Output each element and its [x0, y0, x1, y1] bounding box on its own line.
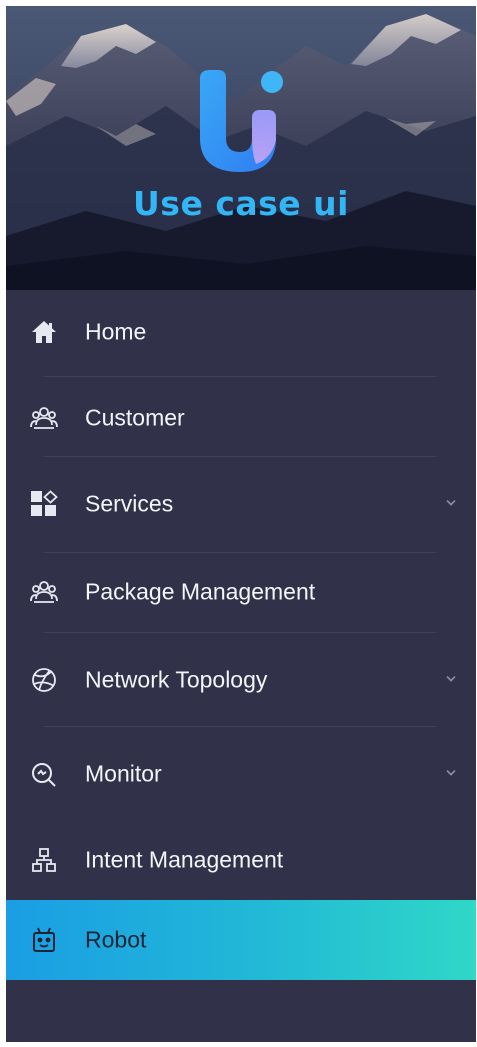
search-monitor-icon [29, 759, 59, 789]
hierarchy-icon [29, 845, 59, 875]
sidebar-item-label: Intent Management [85, 846, 284, 873]
apps-grid-icon [29, 489, 59, 519]
home-icon [29, 317, 59, 347]
sidebar-item-label: Network Topology [85, 666, 268, 693]
chevron-down-icon [446, 770, 456, 776]
sidebar-item-label: Services [85, 490, 174, 517]
menu-divider [44, 456, 436, 457]
sidebar-item-home[interactable]: Home [6, 292, 476, 372]
sidebar-item-package-management[interactable]: Package Management [6, 552, 476, 632]
users-group-icon [29, 403, 59, 433]
sidebar-item-customer[interactable]: Customer [6, 378, 476, 458]
robot-icon [29, 925, 59, 955]
sidebar-item-network-topology[interactable]: Network Topology [6, 640, 476, 720]
sidebar-item-monitor[interactable]: Monitor [6, 734, 476, 814]
chevron-down-icon [446, 676, 456, 682]
menu-divider [44, 376, 436, 377]
sidebar-item-label: Package Management [85, 578, 316, 605]
sidebar-item-label: Customer [85, 404, 185, 431]
app-frame: Use case ui Home Customer Services Packa… [0, 0, 477, 1047]
logo-icon [200, 70, 283, 172]
sidebar-header: Use case ui [6, 6, 476, 290]
users-group-icon [29, 577, 59, 607]
menu-divider [44, 726, 436, 727]
brand-name: Use case ui [133, 184, 349, 223]
sidebar-item-label: Robot [85, 926, 147, 953]
chevron-down-icon [446, 500, 456, 506]
sidebar-item-label: Monitor [85, 760, 162, 787]
sidebar-item-services[interactable]: Services [6, 464, 476, 544]
menu-divider [44, 632, 436, 633]
sidebar-item-intent-management[interactable]: Intent Management [6, 820, 476, 900]
sidebar: Use case ui Home Customer Services Packa… [6, 6, 476, 1042]
sidebar-item-label: Home [85, 318, 147, 345]
sidebar-item-robot[interactable]: Robot [6, 900, 476, 980]
globe-icon [29, 665, 59, 695]
